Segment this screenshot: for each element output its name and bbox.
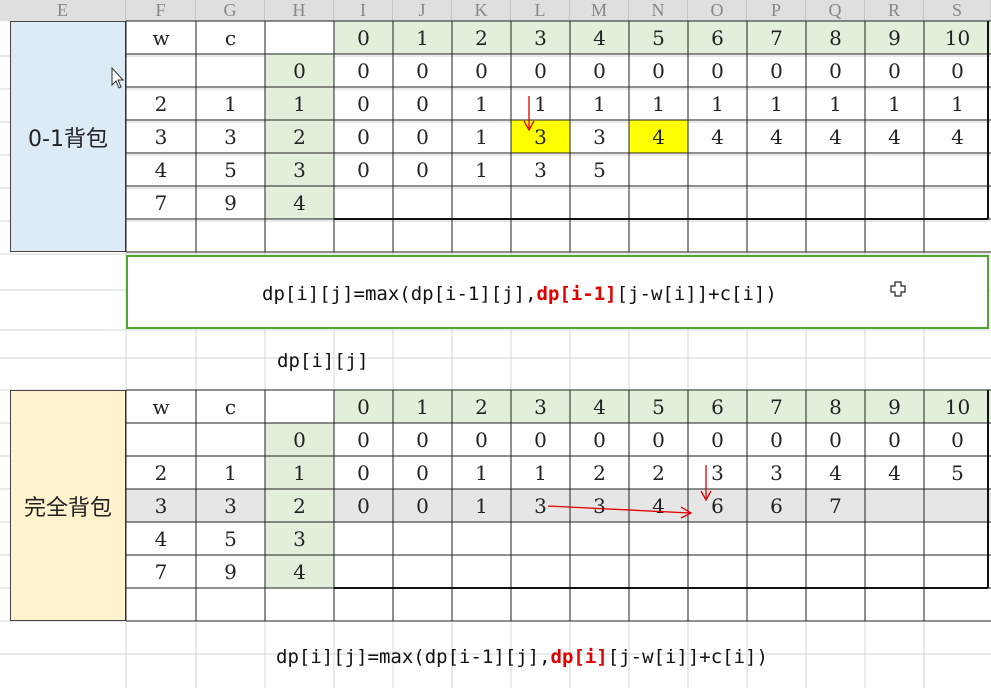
spreadsheet: E F G H I J K L M N O P Q R S 0-1背包 w c 0 1 2 3 4 5 6 7 8 9 10 0 0 0 0 0 0…: [0, 0, 991, 688]
formula-01-knapsack-highlight: dp[i-1]: [536, 283, 617, 305]
formula-complete-knapsack-prefix: dp[i][j]=max(dp[i-1][j],: [276, 646, 551, 668]
formula-01-knapsack-prefix: dp[i][j]=max(dp[i-1][j],: [262, 283, 537, 305]
formula-complete-knapsack[interactable]: dp[i][j]=max(dp[i-1][j],dp[i][j-w[i]]+c[…: [276, 646, 768, 668]
formula-complete-knapsack-suffix: [j-w[i]]+c[i]): [607, 646, 768, 668]
formula-01-knapsack-suffix: [j-w[i]]+c[i]): [616, 283, 777, 305]
section2-table-borders: [125, 389, 991, 622]
formula-01-knapsack[interactable]: dp[i][j]=max(dp[i-1][j],dp[i-1][j-w[i]]+…: [262, 283, 777, 305]
dp-label[interactable]: dp[i][j]: [277, 350, 369, 372]
formula-complete-knapsack-highlight: dp[i]: [550, 646, 608, 668]
